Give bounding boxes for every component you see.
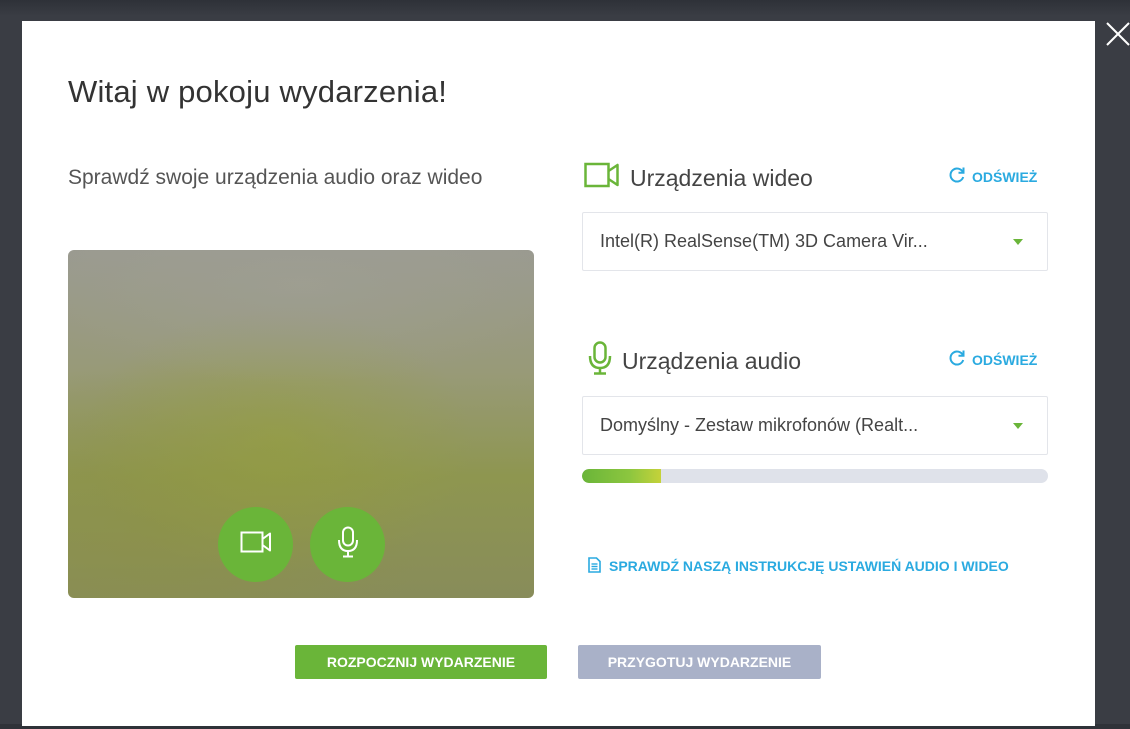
document-icon xyxy=(588,557,601,578)
refresh-audio-label: ODŚWIEŻ xyxy=(972,351,1038,368)
audio-device-value: Domyślny - Zestaw mikrofonów (Realt... xyxy=(600,415,919,435)
microphone-icon xyxy=(337,526,359,563)
preview-image xyxy=(68,250,534,598)
toggle-microphone-button[interactable] xyxy=(310,507,385,582)
video-devices-label: Urządzenia wideo xyxy=(630,164,813,191)
audio-devices-heading: Urządzenia audio xyxy=(588,341,801,381)
close-icon[interactable] xyxy=(1104,20,1130,48)
start-event-button[interactable]: ROZPOCZNIJ WYDARZENIE xyxy=(295,645,547,679)
refresh-video-label: ODŚWIEŻ xyxy=(972,168,1038,185)
toggle-camera-button[interactable] xyxy=(218,507,293,582)
microphone-icon xyxy=(588,341,612,381)
backdrop xyxy=(0,0,1130,16)
event-room-dialog: Witaj w pokoju wydarzenia! Sprawdź swoje… xyxy=(22,21,1095,726)
video-device-value: Intel(R) RealSense(TM) 3D Camera Vir... xyxy=(600,231,928,251)
refresh-icon xyxy=(948,166,966,187)
refresh-icon xyxy=(948,349,966,370)
video-camera-icon xyxy=(584,162,620,194)
video-device-select[interactable]: Intel(R) RealSense(TM) 3D Camera Vir... xyxy=(582,212,1048,271)
audio-level-fill xyxy=(582,469,662,483)
dialog-title: Witaj w pokoju wydarzenia! xyxy=(68,74,448,109)
instruction-link-label: SPRAWDŹ NASZĄ INSTRUKCJĘ USTAWIEŃ AUDIO … xyxy=(609,558,1009,574)
refresh-audio-button[interactable]: ODŚWIEŻ xyxy=(948,349,1037,370)
chevron-down-icon xyxy=(1013,423,1023,429)
video-camera-icon xyxy=(240,531,272,558)
video-devices-heading: Urządzenia wideo xyxy=(584,162,813,194)
prepare-event-button[interactable]: PRZYGOTUJ WYDARZENIE xyxy=(578,645,821,679)
camera-preview xyxy=(68,250,534,598)
audio-video-instruction-link[interactable]: SPRAWDŹ NASZĄ INSTRUKCJĘ USTAWIEŃ AUDIO … xyxy=(588,556,1048,578)
refresh-video-button[interactable]: ODŚWIEŻ xyxy=(948,166,1037,187)
dialog-subtitle: Sprawdź swoje urządzenia audio oraz wide… xyxy=(68,166,483,189)
chevron-down-icon xyxy=(1013,239,1023,245)
audio-devices-label: Urządzenia audio xyxy=(622,347,802,374)
audio-device-select[interactable]: Domyślny - Zestaw mikrofonów (Realt... xyxy=(582,396,1048,455)
audio-level-meter xyxy=(582,469,1048,483)
